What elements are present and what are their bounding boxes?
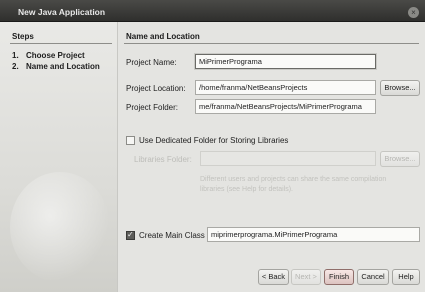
main-class-input[interactable]: miprimerprograma.MiPrimerPrograma (207, 227, 420, 242)
create-main-class-checkbox[interactable] (126, 230, 135, 240)
dedicated-folder-checkbox[interactable] (126, 136, 135, 145)
project-location-label: Project Location: (126, 84, 186, 93)
finish-button[interactable]: Finish (324, 269, 354, 285)
next-button: Next > (291, 269, 321, 285)
close-icon[interactable]: × (408, 7, 419, 18)
step-item: 2. Name and Location (12, 62, 100, 73)
step-number: 2. (12, 62, 19, 71)
dialog-window: Steps 1. Choose Project 2. Name and Locati… (0, 22, 425, 292)
dedicated-folder-label[interactable]: Use Dedicated Folder for Storing Librari… (139, 136, 288, 145)
step-label: Choose Project (26, 51, 85, 60)
libraries-folder-input (200, 151, 376, 166)
steps-heading: Steps (12, 32, 34, 41)
help-button[interactable]: Help (392, 269, 420, 285)
window-title: New Java Application (18, 7, 106, 17)
step-label: Name and Location (26, 62, 100, 71)
steps-list: 1. Choose Project 2. Name and Location (12, 51, 100, 73)
project-name-label: Project Name: (126, 58, 177, 67)
create-main-class-label[interactable]: Create Main Class (139, 231, 205, 240)
project-name-input[interactable]: MiPrimerPrograma (195, 54, 376, 69)
libraries-folder-label: Libraries Folder: (134, 155, 192, 164)
project-location-input[interactable]: /home/franma/NetBeansProjects (195, 80, 376, 95)
steps-divider (10, 43, 112, 44)
step-item: 1. Choose Project (12, 51, 100, 62)
decorative-swirl (10, 172, 110, 282)
step-number: 1. (12, 51, 19, 60)
name-location-panel: Name and Location Project Name: MiPrimer… (118, 22, 425, 292)
browse-location-button[interactable]: Browse... (380, 80, 420, 96)
project-folder-label: Project Folder: (126, 103, 179, 112)
back-button[interactable]: < Back (258, 269, 289, 285)
libraries-note: Different users and projects can share t… (200, 176, 387, 193)
panel-heading: Name and Location (126, 32, 200, 41)
cancel-button[interactable]: Cancel (357, 269, 389, 285)
title-bar: New Java Application × (0, 0, 425, 22)
browse-libraries-button: Browse... (380, 151, 420, 167)
panel-divider (124, 43, 419, 44)
project-folder-input[interactable]: me/franma/NetBeansProjects/MiPrimerProgr… (195, 99, 376, 114)
steps-panel: Steps 1. Choose Project 2. Name and Locati… (0, 22, 118, 292)
